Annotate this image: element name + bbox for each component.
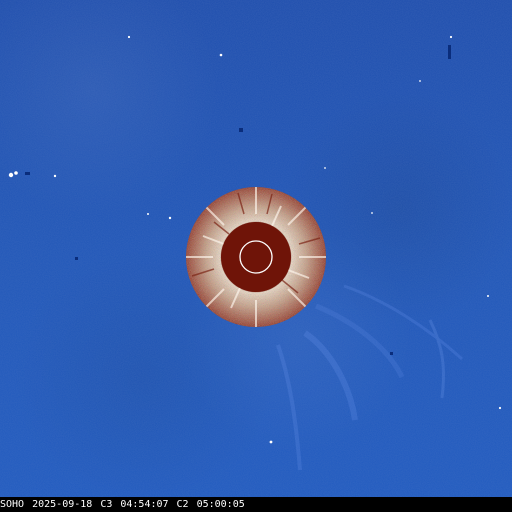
caption-instrument-2: C2 bbox=[176, 499, 189, 510]
caption-time-1: 04:54:07 bbox=[120, 499, 169, 510]
caption-instrument-1: C3 bbox=[100, 499, 113, 510]
sky-background bbox=[0, 0, 512, 497]
coronagraph-image bbox=[0, 0, 512, 497]
caption-time-2: 05:00:05 bbox=[196, 499, 245, 510]
caption-date: 2025-09-18 bbox=[32, 499, 93, 510]
image-caption: SOHO 2025-09-18 C3 04:54:07 C2 05:00:05 bbox=[0, 497, 512, 512]
caption-mission: SOHO bbox=[0, 499, 25, 510]
